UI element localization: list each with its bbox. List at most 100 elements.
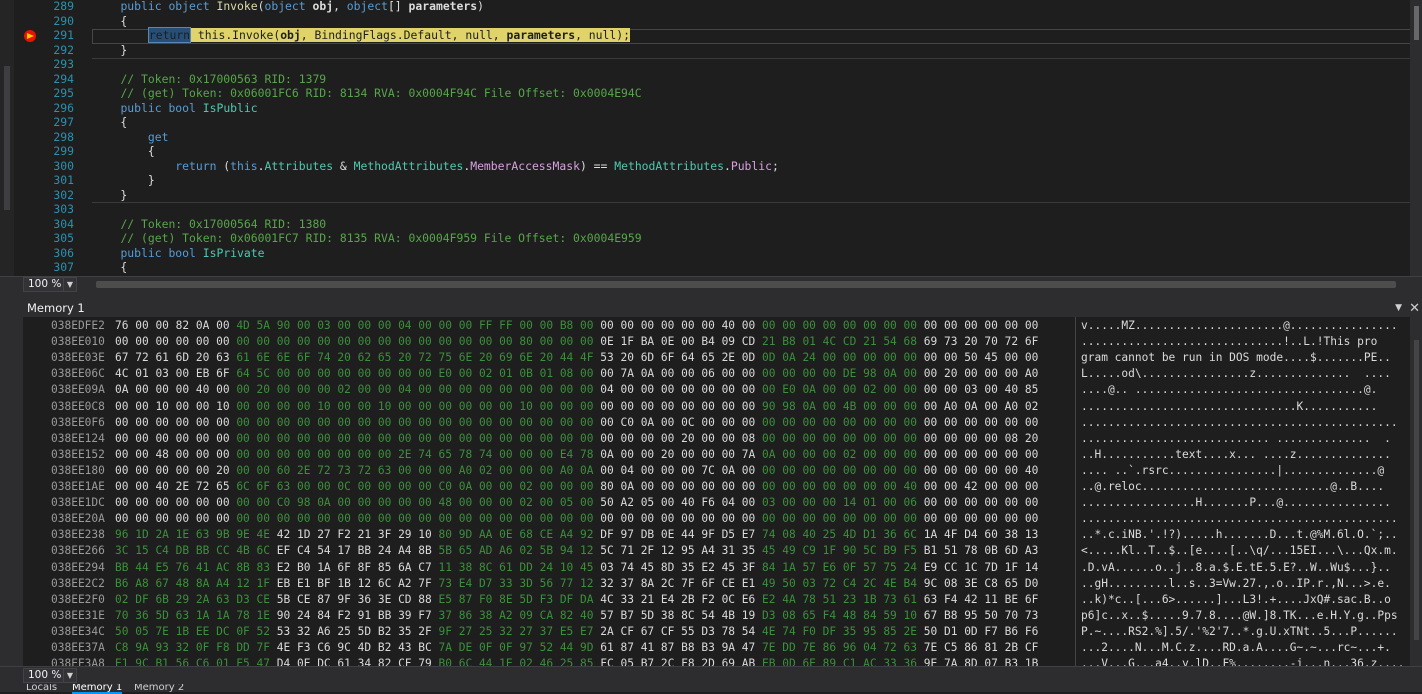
- code-text[interactable]: {: [93, 260, 127, 275]
- memory-hex-bytes[interactable]: 00 00 00 00 00 00 00 00 00 00 00 00 00 0…: [115, 415, 1038, 431]
- memory-ascii[interactable]: ........................................…: [1081, 415, 1398, 431]
- memory-hex-bytes[interactable]: 96 1D 2A 1E 63 9B 9E 4E 42 1D 27 F2 21 3…: [115, 527, 1038, 543]
- memory-hex-bytes[interactable]: E1 9C B1 56 C6 01 E5 47 D4 0E DC 61 34 8…: [115, 656, 1038, 666]
- memory-row[interactable]: 038EE37A C8 9A 93 32 0F F8 DD 7F 4E F3 C6…: [23, 640, 1410, 656]
- memory-row[interactable]: 038EE010 00 00 00 00 00 00 00 00 00 00 00…: [23, 334, 1410, 350]
- memory-row[interactable]: 038EE0F6 00 00 00 00 00 00 00 00 00 00 00…: [23, 415, 1410, 431]
- memory-hex-bytes[interactable]: 00 00 00 00 00 00 00 00 00 00 00 00 00 0…: [115, 511, 1038, 527]
- code-text[interactable]: get: [93, 130, 169, 145]
- code-line[interactable]: 301 }: [0, 173, 1410, 188]
- memory-row[interactable]: 038EE1DC 00 00 00 00 00 00 00 00 C0 98 0A…: [23, 495, 1410, 511]
- code-text[interactable]: // Token: 0x17000563 RID: 1379: [93, 72, 326, 87]
- code-text[interactable]: {: [93, 14, 127, 29]
- memory-zoom-dropdown[interactable]: 100 % ▼: [23, 668, 77, 683]
- memory-hex-bytes[interactable]: 00 00 48 00 00 00 00 00 00 00 00 00 00 0…: [115, 447, 1038, 463]
- code-line[interactable]: 300 return (this.Attributes & MethodAttr…: [0, 159, 1410, 174]
- memory-scrollbar-thumb[interactable]: [1414, 340, 1419, 640]
- memory-hex-bytes[interactable]: 76 00 00 82 0A 00 4D 5A 90 00 03 00 00 0…: [115, 318, 1038, 334]
- code-line[interactable]: 304 // Token: 0x17000564 RID: 1380: [0, 217, 1410, 232]
- code-text[interactable]: // (get) Token: 0x06001FC6 RID: 8134 RVA…: [93, 86, 641, 101]
- code-text[interactable]: }: [93, 173, 155, 188]
- splitter[interactable]: [0, 292, 1422, 300]
- code-line[interactable]: 290 {: [0, 14, 1410, 29]
- editor-vertical-scrollbar[interactable]: [1410, 0, 1422, 276]
- memory-row[interactable]: 038EE09A 0A 00 00 00 40 00 00 20 00 00 00…: [23, 382, 1410, 398]
- code-text[interactable]: return (this.Attributes & MethodAttribut…: [93, 159, 779, 174]
- code-line[interactable]: 307 {: [0, 260, 1410, 275]
- memory-ascii[interactable]: ........................................…: [1081, 511, 1398, 527]
- code-text[interactable]: {: [93, 144, 155, 159]
- memory-row[interactable]: 038EE06C 4C 01 03 00 EB 6F 64 5C 00 00 00…: [23, 366, 1410, 382]
- code-text[interactable]: public bool IsPrivate: [93, 246, 264, 261]
- code-line[interactable]: 295 // (get) Token: 0x06001FC6 RID: 8134…: [0, 86, 1410, 101]
- code-text[interactable]: public bool IsPublic: [93, 101, 257, 116]
- memory-ascii[interactable]: ..k)*c..[...6>......]...L3!.+....JxQ#.sa…: [1081, 592, 1391, 608]
- memory-ascii[interactable]: .................H.......P...@..........…: [1081, 495, 1391, 511]
- memory-ascii[interactable]: ..............................!..L.!This…: [1081, 334, 1377, 350]
- tool-window-tabs[interactable]: Locals Memory 1 Memory 2: [0, 683, 1422, 694]
- code-line[interactable]: 306 public bool IsPrivate: [0, 246, 1410, 261]
- memory-ascii[interactable]: ..*.c.iNB.'.!?).....h.......D...t.@%M.6l…: [1081, 527, 1398, 543]
- memory-hex-bytes[interactable]: 00 00 00 00 00 00 00 00 00 00 00 00 00 0…: [115, 334, 1038, 350]
- code-line[interactable]: 303: [0, 202, 1410, 217]
- memory-hex-bytes[interactable]: C8 9A 93 32 0F F8 DD 7F 4E F3 C6 9C 4D B…: [115, 640, 1038, 656]
- editor-zoom-dropdown[interactable]: 100 % ▼: [23, 277, 77, 292]
- memory-hex-bytes[interactable]: 00 00 40 2E 72 65 6C 6F 63 00 00 0C 00 0…: [115, 479, 1038, 495]
- memory-row[interactable]: 038EE03E 67 72 61 6D 20 63 61 6E 6E 6F 74…: [23, 350, 1410, 366]
- memory-ascii[interactable]: p6]c..x..$.....9.7.8....@W.]8.TK...e.H.Y…: [1081, 608, 1398, 624]
- tab-memory-2[interactable]: Memory 2: [134, 684, 184, 692]
- chevron-down-icon[interactable]: ▼: [63, 278, 76, 291]
- memory-ascii[interactable]: <.....Kl..T..$..[e....[..\q/...15EI...\.…: [1081, 543, 1398, 559]
- memory-row[interactable]: 038EE152 00 00 48 00 00 00 00 00 00 00 00…: [23, 447, 1410, 463]
- memory-hex-bytes[interactable]: 00 00 00 00 00 00 00 00 00 00 00 00 00 0…: [115, 431, 1038, 447]
- memory-row[interactable]: 038EE0C8 00 00 10 00 00 10 00 00 00 00 10…: [23, 399, 1410, 415]
- code-text[interactable]: return this.Invoke(obj, BindingFlags.Def…: [93, 27, 630, 43]
- memory-ascii[interactable]: ..gH.........l..s..3=Vw.27.,.o..IP.r.,N.…: [1081, 576, 1391, 592]
- memory-hex-bytes[interactable]: 50 05 7E 1B EE DC 0F 52 53 32 A6 25 5D B…: [115, 624, 1038, 640]
- memory-row[interactable]: 038EE266 3C 15 C4 DB BB CC 4B 6C EF C4 54…: [23, 543, 1410, 559]
- memory-hex-bytes[interactable]: 4C 01 03 00 EB 6F 64 5C 00 00 00 00 00 0…: [115, 366, 1038, 382]
- memory-row[interactable]: 038EE238 96 1D 2A 1E 63 9B 9E 4E 42 1D 27…: [23, 527, 1410, 543]
- editor-horizontal-scrollbar[interactable]: [96, 281, 1396, 288]
- memory-ascii[interactable]: .D.vA......o..j..8.a.$.E.tE.5.E?..W..Wu$…: [1081, 560, 1391, 576]
- memory-hex-bytes[interactable]: 3C 15 C4 DB BB CC 4B 6C EF C4 54 17 BB 2…: [115, 543, 1038, 559]
- memory-ascii[interactable]: ..H...........text....x... ....z........…: [1081, 447, 1391, 463]
- memory-window-header[interactable]: Memory 1 ▼ ✕: [23, 300, 1422, 317]
- memory-ascii[interactable]: ............................ ...........…: [1081, 431, 1391, 447]
- code-editor[interactable]: 289 public object Invoke(object obj, obj…: [0, 0, 1422, 276]
- code-text[interactable]: }: [93, 43, 127, 58]
- editor-scrollbar-thumb[interactable]: [1414, 6, 1419, 40]
- memory-row[interactable]: 038EE3A8 E1 9C B1 56 C6 01 E5 47 D4 0E DC…: [23, 656, 1410, 666]
- memory-row[interactable]: 038EE124 00 00 00 00 00 00 00 00 00 00 00…: [23, 431, 1410, 447]
- memory-hex-bytes[interactable]: BB 44 E5 76 41 AC 8B 83 E2 B0 1A 6F 8F 8…: [115, 560, 1038, 576]
- memory-grid[interactable]: 038EDFE2 76 00 00 82 0A 00 4D 5A 90 00 03…: [23, 317, 1410, 666]
- code-text[interactable]: // Token: 0x17000564 RID: 1380: [93, 217, 326, 232]
- memory-row[interactable]: 038EE20A 00 00 00 00 00 00 00 00 00 00 00…: [23, 511, 1410, 527]
- memory-row[interactable]: 038EE2F0 02 DF 6B 29 2A 63 D3 CE 5B CE 87…: [23, 592, 1410, 608]
- code-text[interactable]: // (get) Token: 0x06001FC7 RID: 8135 RVA…: [93, 231, 641, 246]
- memory-row[interactable]: 038EE180 00 00 00 00 00 20 00 00 60 2E 72…: [23, 463, 1410, 479]
- memory-hex-bytes[interactable]: 0A 00 00 00 40 00 00 20 00 00 00 02 00 0…: [115, 382, 1038, 398]
- code-line[interactable]: 302 }: [0, 188, 1410, 203]
- code-line[interactable]: 293: [0, 57, 1410, 72]
- code-text[interactable]: }: [93, 188, 127, 203]
- code-line[interactable]: 298 get: [0, 130, 1410, 145]
- memory-hex-bytes[interactable]: 67 72 61 6D 20 63 61 6E 6E 6F 74 20 62 6…: [115, 350, 1038, 366]
- memory-ascii[interactable]: ................................K.......…: [1081, 399, 1377, 415]
- tab-memory-1[interactable]: Memory 1: [72, 684, 123, 694]
- memory-row[interactable]: 038EE294 BB 44 E5 76 41 AC 8B 83 E2 B0 1A…: [23, 560, 1410, 576]
- memory-hex-bytes[interactable]: 00 00 10 00 00 10 00 00 00 00 10 00 00 1…: [115, 399, 1038, 415]
- memory-ascii[interactable]: ...2....N...M.C.z....RD.a.A....G~.~...rc…: [1081, 640, 1391, 656]
- memory-row[interactable]: 038EE31E 70 36 5D 63 1A 1A 78 1E 90 24 84…: [23, 608, 1410, 624]
- code-line[interactable]: 289 public object Invoke(object obj, obj…: [0, 0, 1410, 14]
- memory-ascii[interactable]: .... ..`.rsrc................|..........…: [1081, 463, 1384, 479]
- code-line[interactable]: 296 public bool IsPublic: [0, 101, 1410, 116]
- memory-ascii[interactable]: ..@.reloc............................@..…: [1081, 479, 1384, 495]
- memory-hex-bytes[interactable]: B6 A8 67 48 8A A4 12 1F EB E1 BF 1B 12 6…: [115, 576, 1038, 592]
- memory-row[interactable]: 038EE34C 50 05 7E 1B EE DC 0F 52 53 32 A6…: [23, 624, 1410, 640]
- memory-ascii[interactable]: P.~....RS2.%].5/.'%2'7..*.g.U.xTNt..5...…: [1081, 624, 1398, 640]
- memory-row[interactable]: 038EDFE2 76 00 00 82 0A 00 4D 5A 90 00 03…: [23, 318, 1410, 334]
- code-line[interactable]: 292 }: [0, 43, 1410, 58]
- memory-row[interactable]: 038EE1AE 00 00 40 2E 72 65 6C 6F 63 00 00…: [23, 479, 1410, 495]
- chevron-down-icon[interactable]: ▼: [63, 669, 76, 682]
